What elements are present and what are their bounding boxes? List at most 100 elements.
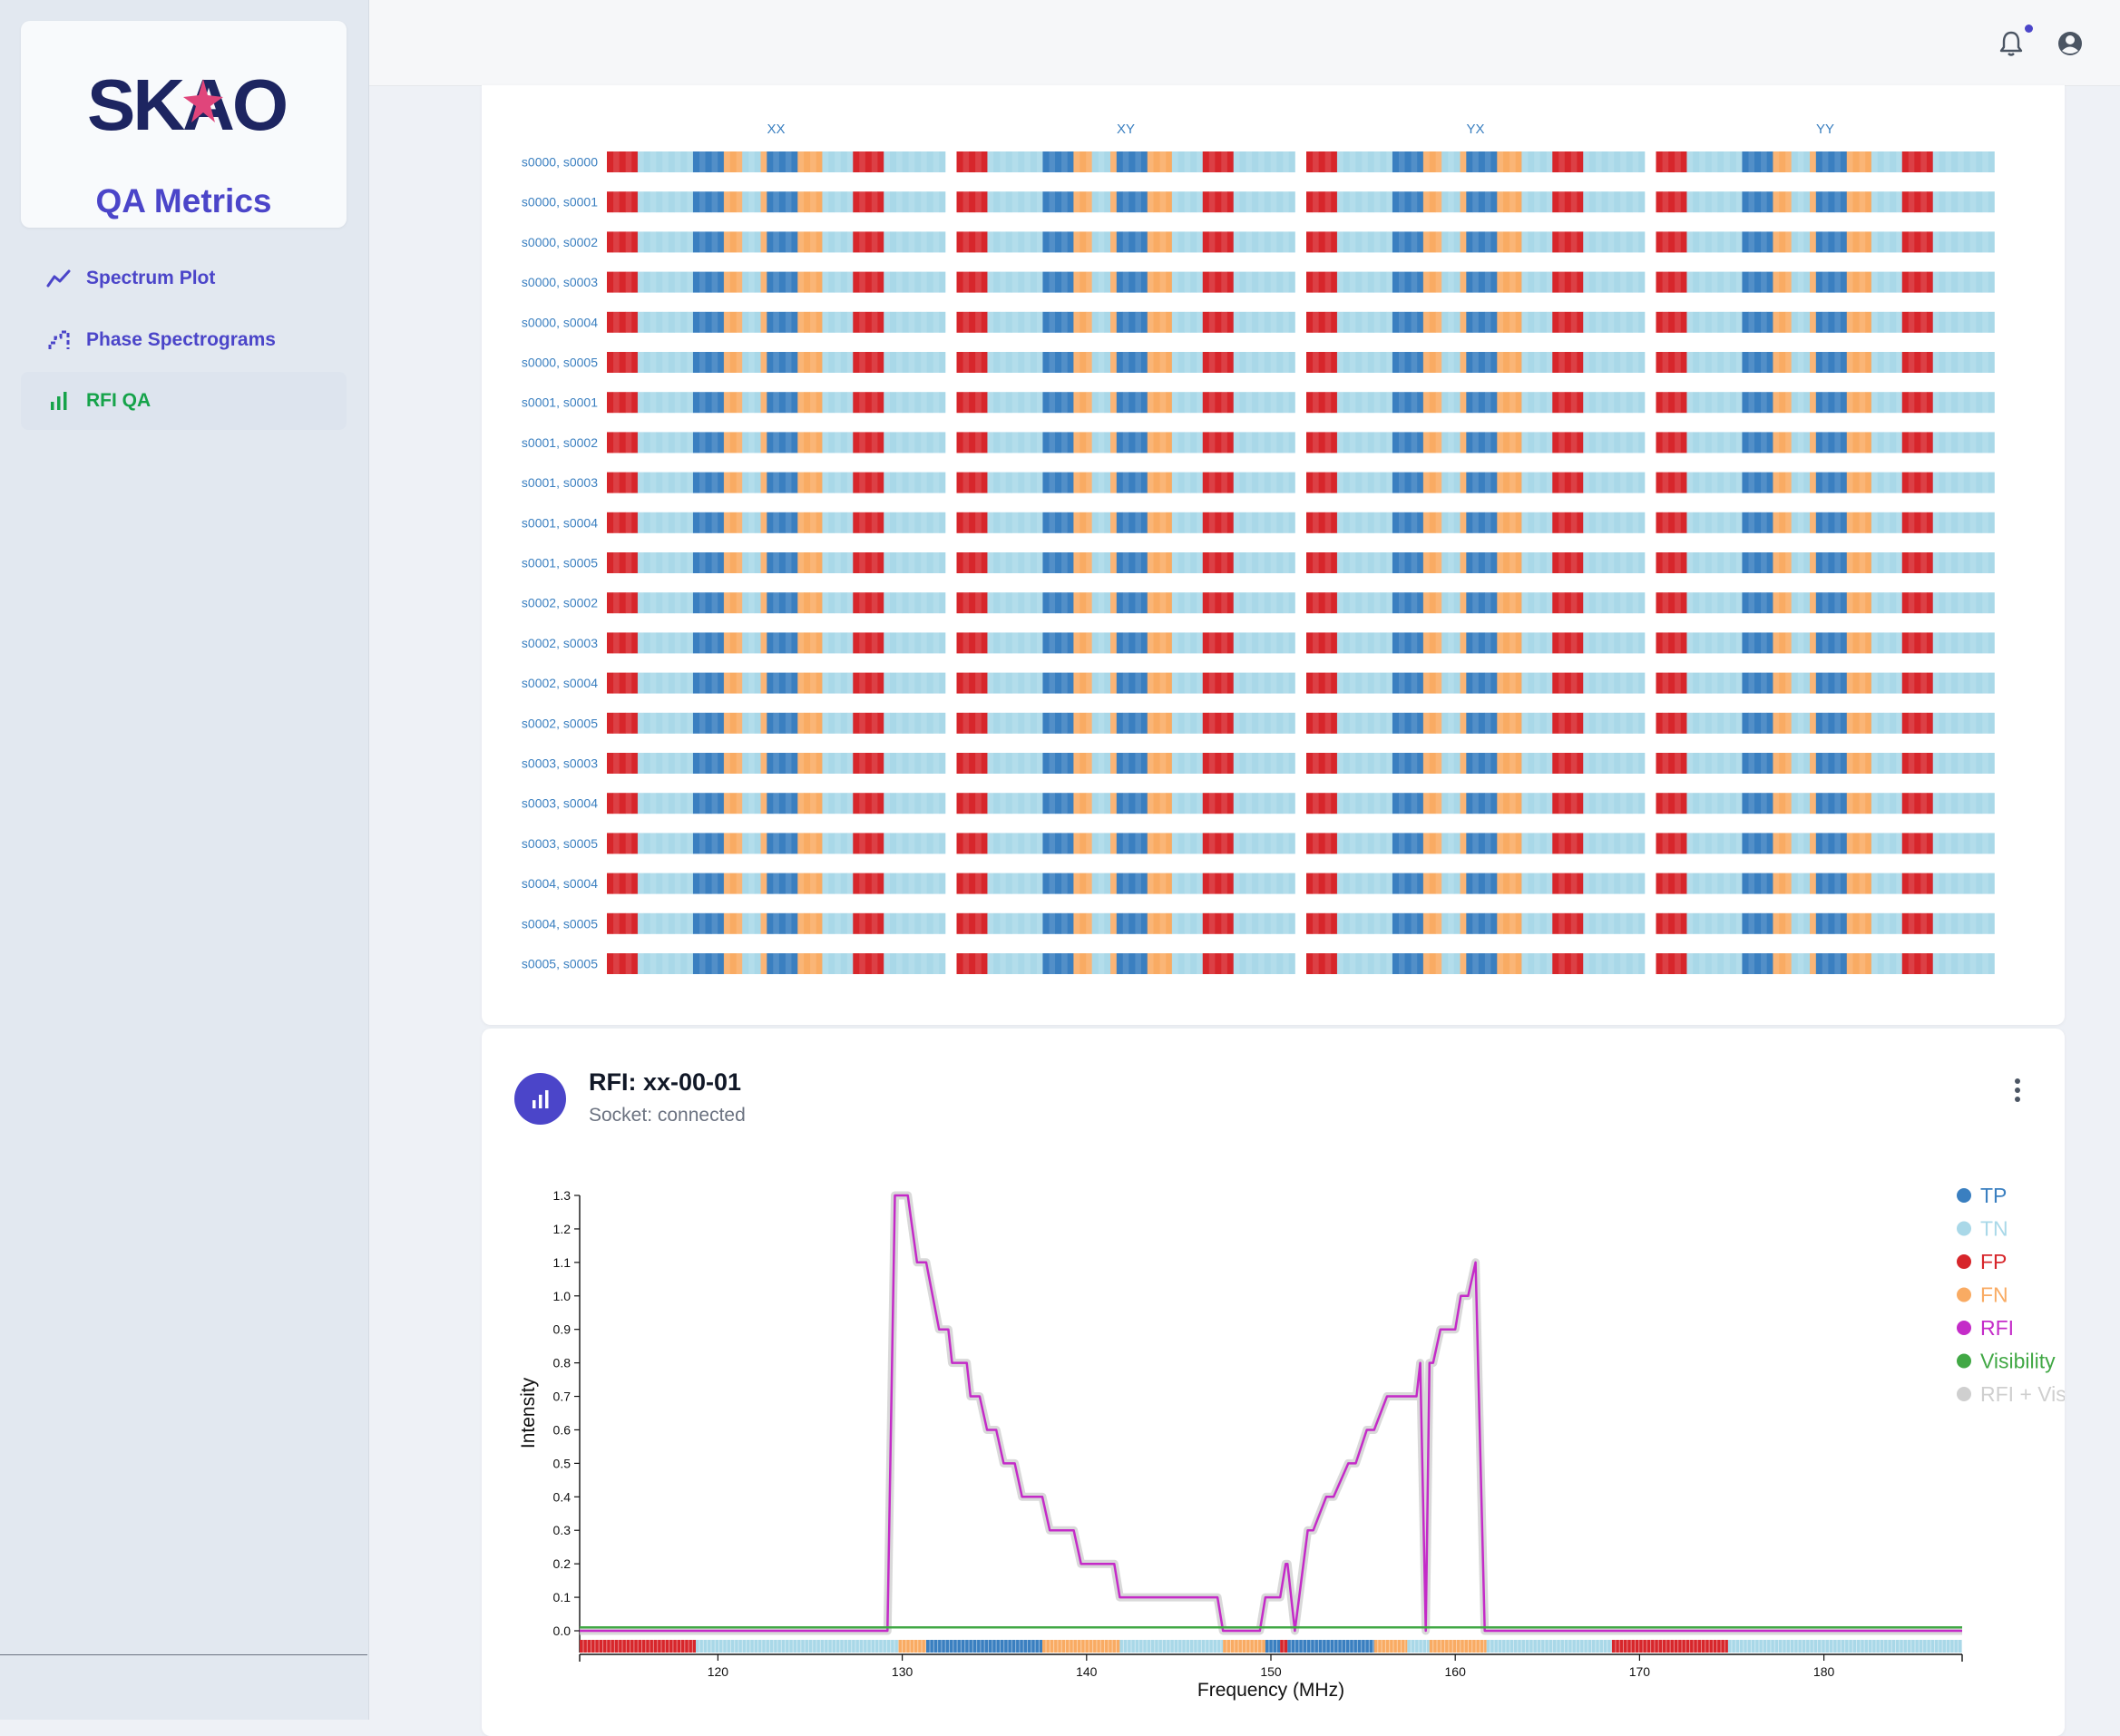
- grid-cell-block[interactable]: [957, 913, 1295, 934]
- grid-cell: [1779, 833, 1785, 853]
- grid-cell-block[interactable]: [1306, 272, 1645, 293]
- grid-cell-block[interactable]: [607, 592, 945, 613]
- grid-cell-block[interactable]: [1306, 953, 1645, 974]
- grid-cell-block[interactable]: [1306, 913, 1645, 934]
- grid-cell-block[interactable]: [607, 473, 945, 493]
- grid-cell-block[interactable]: [957, 231, 1295, 252]
- grid-cell-block[interactable]: [607, 352, 945, 373]
- grid-cell-block[interactable]: [957, 953, 1295, 974]
- grid-cell-block[interactable]: [1306, 713, 1645, 734]
- grid-cell-block[interactable]: [1306, 753, 1645, 774]
- grid-cell-block[interactable]: [607, 312, 945, 333]
- sidebar-item-spectrum-plot[interactable]: Spectrum Plot: [21, 249, 347, 307]
- grid-cell-block[interactable]: [1306, 151, 1645, 172]
- grid-cell-block[interactable]: [607, 953, 945, 974]
- grid-cell-block[interactable]: [607, 713, 945, 734]
- grid-cell-block[interactable]: [1656, 913, 1995, 934]
- grid-cell-block[interactable]: [957, 873, 1295, 894]
- grid-cell-block[interactable]: [1656, 432, 1995, 453]
- grid-cell-block[interactable]: [1656, 632, 1995, 653]
- grid-cell: [1104, 713, 1110, 734]
- grid-cell-block[interactable]: [607, 392, 945, 413]
- grid-cell: [1337, 272, 1343, 293]
- grid-cell-block[interactable]: [607, 272, 945, 293]
- grid-cell-block[interactable]: [1306, 432, 1645, 453]
- grid-cell-block[interactable]: [957, 392, 1295, 413]
- grid-cell: [1779, 632, 1785, 653]
- grid-cell-block[interactable]: [957, 191, 1295, 212]
- grid-cell-block[interactable]: [957, 632, 1295, 653]
- grid-cell: [730, 392, 737, 413]
- grid-cell-block[interactable]: [1306, 552, 1645, 573]
- grid-cell-block[interactable]: [607, 191, 945, 212]
- grid-cell-block[interactable]: [1656, 231, 1995, 252]
- grid-cell-block[interactable]: [1306, 592, 1645, 613]
- grid-cell: [841, 272, 847, 293]
- grid-cell-block[interactable]: [607, 793, 945, 814]
- grid-cell-block[interactable]: [607, 432, 945, 453]
- bell-icon[interactable]: [1996, 28, 2027, 59]
- grid-cell-block[interactable]: [1306, 632, 1645, 653]
- grid-cell-block[interactable]: [957, 312, 1295, 333]
- grid-cell-block[interactable]: [1656, 833, 1995, 853]
- account-circle-icon[interactable]: [2055, 28, 2086, 59]
- grid-cell-block[interactable]: [1656, 753, 1995, 774]
- grid-cell-block[interactable]: [1656, 272, 1995, 293]
- grid-cell-block[interactable]: [607, 873, 945, 894]
- grid-cell-block[interactable]: [957, 592, 1295, 613]
- grid-cell-block[interactable]: [1306, 793, 1645, 814]
- grid-cell-block[interactable]: [957, 713, 1295, 734]
- grid-cell-block[interactable]: [1656, 873, 1995, 894]
- grid-cell-block[interactable]: [607, 753, 945, 774]
- grid-cell-block[interactable]: [1306, 473, 1645, 493]
- grid-cell-block[interactable]: [1656, 592, 1995, 613]
- sidebar-item-rfi-qa[interactable]: RFI QA: [21, 372, 347, 430]
- grid-cell-block[interactable]: [1306, 392, 1645, 413]
- grid-cell-block[interactable]: [1656, 713, 1995, 734]
- grid-cell-block[interactable]: [957, 432, 1295, 453]
- grid-cell-block[interactable]: [1306, 833, 1645, 853]
- grid-cell-block[interactable]: [1656, 673, 1995, 694]
- grid-cell-block[interactable]: [1306, 673, 1645, 694]
- grid-cell-block[interactable]: [1656, 392, 1995, 413]
- grid-cell-block[interactable]: [1656, 552, 1995, 573]
- grid-cell-block[interactable]: [957, 753, 1295, 774]
- grid-cell-block[interactable]: [957, 473, 1295, 493]
- grid-cell-block[interactable]: [1306, 312, 1645, 333]
- grid-cell-block[interactable]: [1656, 512, 1995, 533]
- grid-cell-block[interactable]: [1656, 352, 1995, 373]
- grid-cell-block[interactable]: [957, 512, 1295, 533]
- grid-cell-block[interactable]: [1656, 312, 1995, 333]
- grid-cell-block[interactable]: [607, 552, 945, 573]
- grid-cell-block[interactable]: [1656, 953, 1995, 974]
- grid-cell-block[interactable]: [957, 151, 1295, 172]
- grid-cell-block[interactable]: [1306, 231, 1645, 252]
- grid-cell-block[interactable]: [957, 352, 1295, 373]
- grid-cell-block[interactable]: [607, 512, 945, 533]
- grid-cell-block[interactable]: [957, 833, 1295, 853]
- grid-cell-block[interactable]: [1306, 512, 1645, 533]
- grid-cell-block[interactable]: [607, 833, 945, 853]
- grid-cell: [1509, 713, 1516, 734]
- grid-cell: [1276, 713, 1283, 734]
- grid-cell: [1234, 873, 1240, 894]
- grid-cell-block[interactable]: [1306, 873, 1645, 894]
- grid-cell-block[interactable]: [957, 272, 1295, 293]
- grid-cell-block[interactable]: [607, 151, 945, 172]
- grid-cell-block[interactable]: [607, 673, 945, 694]
- grid-cell-block[interactable]: [957, 793, 1295, 814]
- grid-cell-block[interactable]: [1656, 793, 1995, 814]
- grid-cell-block[interactable]: [1306, 352, 1645, 373]
- grid-cell: [1080, 713, 1086, 734]
- grid-cell-block[interactable]: [607, 632, 945, 653]
- grid-cell-block[interactable]: [607, 231, 945, 252]
- grid-cell-block[interactable]: [1656, 151, 1995, 172]
- sidebar-item-phase-spectrograms[interactable]: Phase Spectrograms: [21, 311, 347, 369]
- more-vertical-icon[interactable]: [2005, 1076, 2030, 1105]
- grid-cell-block[interactable]: [607, 913, 945, 934]
- grid-cell-block[interactable]: [957, 673, 1295, 694]
- grid-cell-block[interactable]: [1656, 191, 1995, 212]
- grid-cell-block[interactable]: [1656, 473, 1995, 493]
- grid-cell-block[interactable]: [1306, 191, 1645, 212]
- grid-cell-block[interactable]: [957, 552, 1295, 573]
